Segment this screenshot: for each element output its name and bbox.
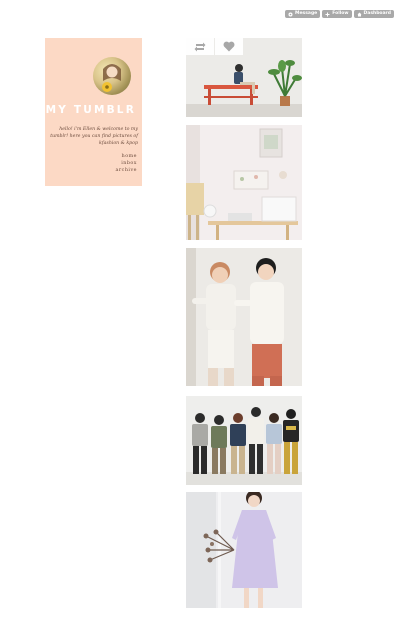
nav-link-archive[interactable]: archive [115, 168, 137, 173]
post-photo-1[interactable] [186, 38, 302, 117]
group-photo [186, 396, 302, 485]
follow-label: Follow [332, 11, 349, 16]
blog-description: hello! i'm Ellen & welcome to my tumblr!… [50, 127, 138, 146]
home-icon [357, 12, 362, 16]
avatar[interactable] [93, 57, 131, 95]
message-button[interactable]: Message [285, 10, 321, 18]
two-men-photo [186, 248, 302, 386]
message-label: Message [295, 11, 318, 16]
plus-icon [325, 12, 330, 16]
nav-link-home[interactable]: home [115, 154, 137, 159]
lavender-dress-photo [186, 492, 302, 608]
dashboard-label: Dashboard [363, 11, 391, 16]
like-button[interactable] [215, 38, 243, 55]
nav-link-inbox[interactable]: inbox [115, 161, 137, 166]
reblog-button[interactable] [186, 38, 214, 55]
tumblr-controls: Message Follow Dashboard [285, 10, 394, 18]
follow-button[interactable]: Follow [322, 10, 352, 18]
post-photo-3[interactable] [186, 248, 302, 386]
post-actions [186, 38, 243, 55]
reblog-icon [194, 42, 206, 51]
post-photo-4[interactable] [186, 396, 302, 485]
message-icon [288, 12, 293, 16]
blog-title[interactable]: MY TUMBLR [45, 104, 136, 116]
white-desk-photo [186, 125, 302, 240]
dashboard-button[interactable]: Dashboard [353, 10, 394, 18]
avatar-photo [102, 64, 121, 92]
post-photo-5[interactable] [186, 492, 302, 608]
blog-nav: home inbox archive [115, 154, 137, 173]
post-photo-2[interactable] [186, 125, 302, 240]
heart-icon [223, 41, 235, 52]
blog-sidebar: MY TUMBLR hello! i'm Ellen & welcome to … [45, 38, 142, 186]
